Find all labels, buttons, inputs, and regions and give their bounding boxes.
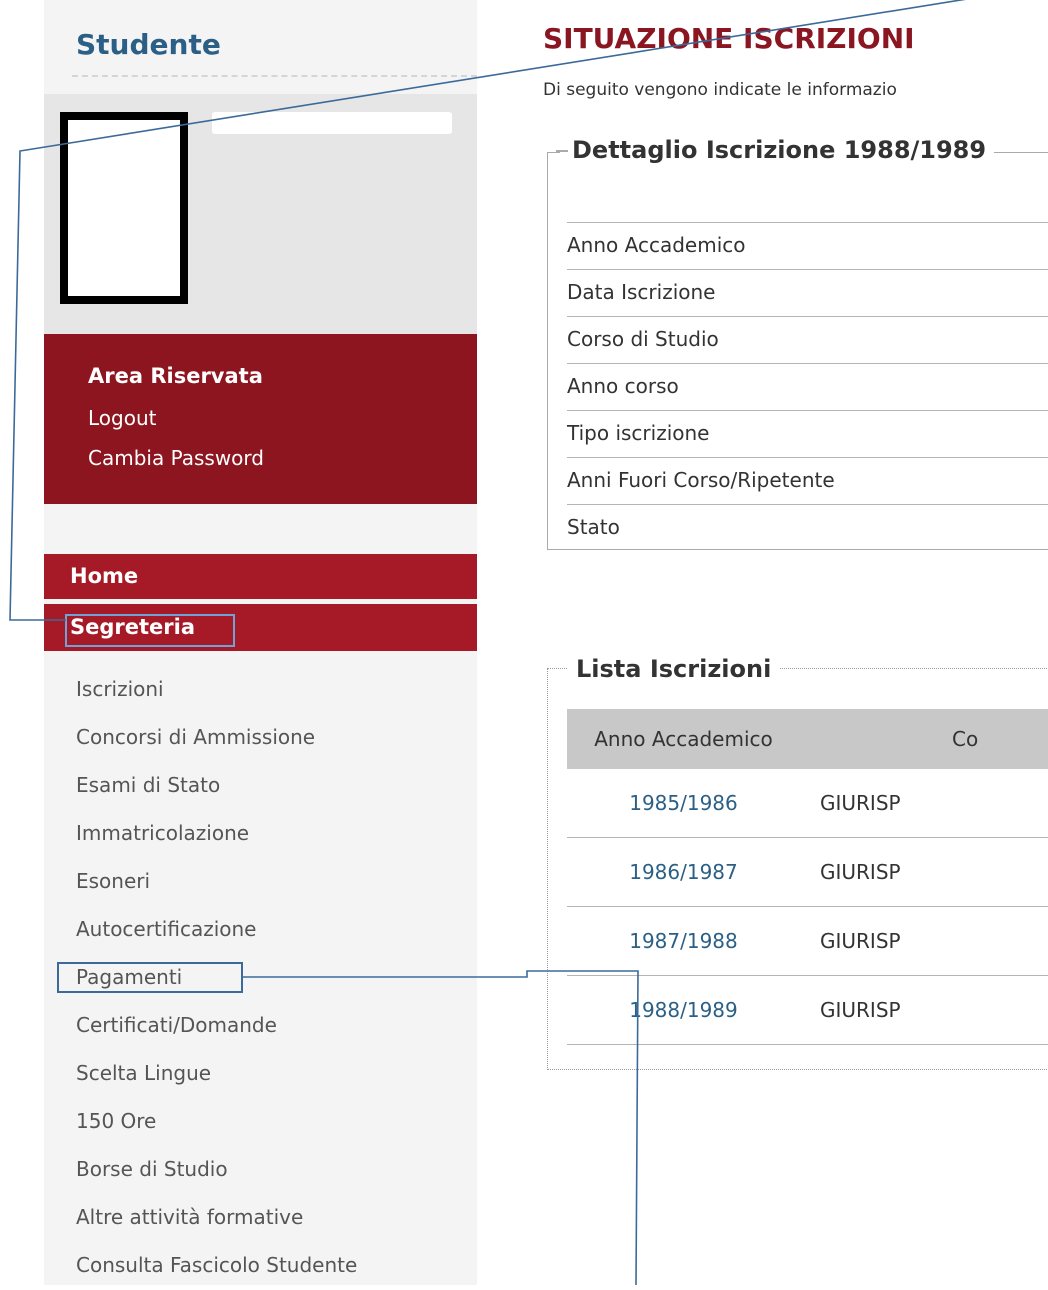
detail-row-label: Stato <box>567 515 620 539</box>
column-header-corso[interactable]: Co <box>800 709 1048 769</box>
submenu-item-borse-di-studio[interactable]: Borse di Studio <box>76 1146 357 1194</box>
enrollment-list-table: Anno Accademico Co 1985/1986 GIURISP 198… <box>567 709 1048 1045</box>
year-link[interactable]: 1985/1986 <box>567 769 800 838</box>
detail-row-label: Corso di Studio <box>567 317 1048 364</box>
submenu-item-fascicolo-studente[interactable]: Consulta Fascicolo Studente <box>76 1242 357 1290</box>
table-row: 1986/1987 GIURISP <box>567 837 1048 907</box>
table-row: 1987/1988 GIURISP <box>567 906 1048 976</box>
submenu-item-altre-attivita[interactable]: Altre attività formative <box>76 1194 357 1242</box>
detail-row-label: Tipo iscrizione <box>567 411 1048 458</box>
submenu-item-150-ore[interactable]: 150 Ore <box>76 1098 357 1146</box>
year-link[interactable]: 1986/1987 <box>567 837 800 907</box>
year-link[interactable]: 1987/1988 <box>567 906 800 976</box>
table-row: 1988/1989 GIURISP <box>567 975 1048 1045</box>
detail-row-label: Anno Accademico <box>567 223 1048 270</box>
submenu-item-esami-di-stato[interactable]: Esami di Stato <box>76 762 357 810</box>
course-cell: GIURISP <box>800 837 1048 907</box>
detail-row-label: Anni Fuori Corso/Ripetente <box>567 458 1048 505</box>
submenu-item-autocertificazione[interactable]: Autocertificazione <box>76 906 357 954</box>
user-info-box <box>44 94 477 334</box>
nav-segreteria[interactable]: Segreteria <box>44 604 477 651</box>
enrollment-detail-legend-text: Dettaglio Iscrizione 1988/1989 <box>572 136 987 164</box>
column-header-anno-accademico[interactable]: Anno Accademico <box>567 709 800 769</box>
submenu-item-pagamenti[interactable]: Pagamenti <box>76 954 357 1002</box>
course-cell: GIURISP <box>800 906 1048 976</box>
table-header-row: Anno Accademico Co <box>567 709 1048 769</box>
detail-row-label: Data Iscrizione <box>567 270 1048 317</box>
sidebar: Studente Area Riservata Logout Cambia Pa… <box>44 0 477 1285</box>
page-title: SITUAZIONE ISCRIZIONI <box>543 22 915 55</box>
submenu-item-esoneri[interactable]: Esoneri <box>76 858 357 906</box>
year-link[interactable]: 1988/1989 <box>567 975 800 1045</box>
logout-link[interactable]: Logout <box>88 398 477 438</box>
reserved-area-title: Area Riservata <box>88 364 263 388</box>
intro-text: Di seguito vengono indicate le informazi… <box>543 80 897 100</box>
change-password-link[interactable]: Cambia Password <box>88 438 477 478</box>
segreteria-submenu: Iscrizioni Concorsi di Ammissione Esami … <box>76 666 357 1290</box>
table-row: 1985/1986 GIURISP <box>567 769 1048 838</box>
sidebar-title-divider <box>72 75 477 77</box>
user-name-redacted <box>212 112 452 134</box>
user-photo <box>60 112 188 304</box>
submenu-item-iscrizioni[interactable]: Iscrizioni <box>76 666 357 714</box>
submenu-item-immatricolazione[interactable]: Immatricolazione <box>76 810 357 858</box>
sidebar-title: Studente <box>76 28 221 61</box>
reserved-area-box: Area Riservata Logout Cambia Password <box>44 334 477 504</box>
course-cell: GIURISP <box>800 769 1048 838</box>
enrollment-list-legend: Lista Iscrizioni <box>568 655 780 683</box>
enrollment-detail-legend: Dettaglio Iscrizione 1988/1989 <box>560 136 995 164</box>
enrollment-detail-table: Anno Accademico Data Iscrizione Corso di… <box>567 222 1048 551</box>
submenu-item-scelta-lingue[interactable]: Scelta Lingue <box>76 1050 357 1098</box>
detail-row-label: Anno corso <box>567 364 1048 411</box>
submenu-item-certificati[interactable]: Certificati/Domande <box>76 1002 357 1050</box>
course-cell: GIURISP <box>800 975 1048 1045</box>
nav-home[interactable]: Home <box>44 554 477 599</box>
submenu-item-concorsi[interactable]: Concorsi di Ammissione <box>76 714 357 762</box>
